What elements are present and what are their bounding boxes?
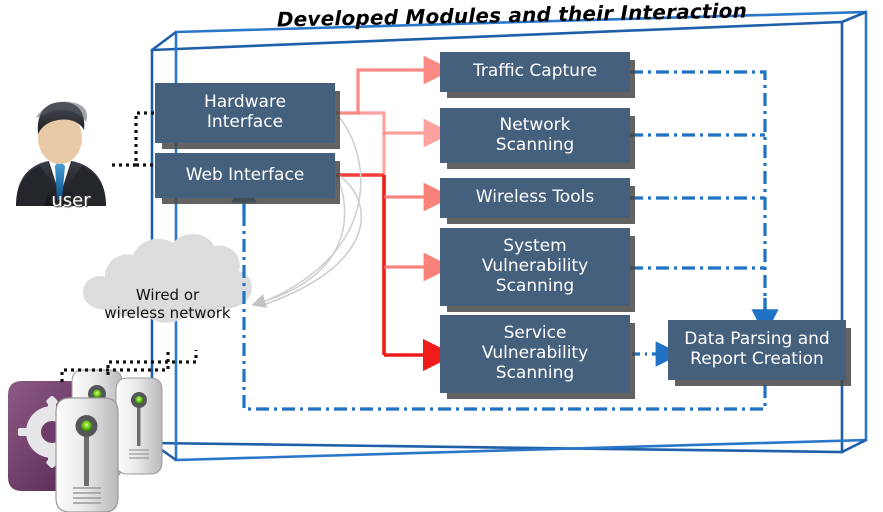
wireless-tools-line1: Wireless Tools xyxy=(475,187,595,208)
module-box-service-vulnerability-scanning[interactable]: Service Vulnerability Scanning xyxy=(440,315,630,393)
report-line2: Report Creation xyxy=(690,349,824,369)
hardware-interface-line2: Interface xyxy=(206,112,284,132)
system-vuln-line3: Scanning xyxy=(495,275,575,296)
service-vuln-line2: Vulnerability xyxy=(481,343,589,364)
system-vuln-line2: Vulnerability xyxy=(481,256,589,277)
module-box-data-parsing-and-report-creation[interactable]: Data Parsing and Report Creation xyxy=(668,320,846,380)
report-line1: Data Parsing and xyxy=(684,329,830,350)
cloud-icon xyxy=(83,233,252,323)
interface-to-module-red-arrows xyxy=(336,55,456,372)
service-vuln-line3: Scanning xyxy=(495,362,575,383)
hardware-interface-line1: Hardware xyxy=(203,92,287,113)
module-box-hardware-interface[interactable]: Hardware Interface xyxy=(155,83,335,143)
system-vuln-line1: System xyxy=(503,236,567,257)
module-box-traffic-capture[interactable]: Traffic Capture xyxy=(440,52,630,92)
web-interface-line1: Web Interface xyxy=(185,164,305,185)
module-box-wireless-tools[interactable]: Wireless Tools xyxy=(440,178,630,218)
service-vuln-line1: Service xyxy=(503,323,567,344)
traffic-capture-line1: Traffic Capture xyxy=(472,61,598,82)
user-to-interface-dotted-links xyxy=(112,111,155,167)
network-scanning-line2: Scanning xyxy=(495,134,575,155)
user-label: user xyxy=(51,190,91,211)
diagram-canvas: Developed Modules and their Interaction … xyxy=(0,0,883,512)
network-scanning-line1: Network xyxy=(499,114,571,135)
module-box-web-interface[interactable]: Web Interface xyxy=(155,153,335,198)
module-to-report-blue-links xyxy=(630,70,767,300)
module-box-system-vulnerability-scanning[interactable]: System Vulnerability Scanning xyxy=(440,228,630,306)
module-box-network-scanning[interactable]: Network Scanning xyxy=(440,108,630,163)
servers-icon xyxy=(8,369,163,512)
module-to-cloud-gray-curves xyxy=(251,117,363,308)
